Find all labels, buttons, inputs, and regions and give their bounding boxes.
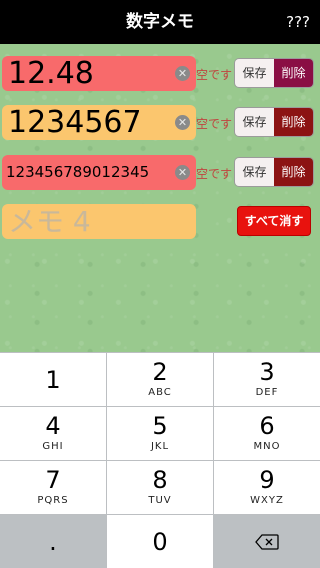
key-digit: 2 bbox=[152, 358, 168, 386]
key-letters: GHI bbox=[42, 441, 64, 452]
backspace-icon bbox=[214, 515, 320, 568]
nav-bar: 数字メモ ??? bbox=[0, 0, 320, 44]
backspace-key[interactable] bbox=[214, 515, 320, 568]
key-letters: DEF bbox=[255, 387, 279, 398]
key-letters: ABC bbox=[148, 387, 172, 398]
clear-all-button[interactable]: すべて消す bbox=[237, 206, 311, 236]
save-button[interactable]: 保存 bbox=[235, 158, 274, 186]
key-digit: 3 bbox=[259, 358, 275, 386]
key-decimal-label: . bbox=[49, 527, 57, 556]
key-letters: JKL bbox=[150, 441, 170, 452]
key-letters: TUV bbox=[148, 495, 172, 506]
memo-field-1[interactable]: 12.48 ✕ bbox=[2, 56, 196, 91]
memo-buttons-3: 保存 削除 bbox=[234, 157, 314, 187]
memo-status-2: 空です bbox=[196, 117, 233, 131]
key-digit: 9 bbox=[259, 466, 275, 494]
key-2[interactable]: 2 ABC bbox=[107, 353, 213, 406]
key-digit: 5 bbox=[152, 412, 168, 440]
clear-icon[interactable]: ✕ bbox=[175, 165, 190, 180]
delete-button[interactable]: 削除 bbox=[274, 158, 313, 186]
memo-field-3[interactable]: 123456789012345 ✕ bbox=[2, 155, 196, 190]
key-digit: 6 bbox=[259, 412, 275, 440]
key-digit: 4 bbox=[45, 412, 61, 440]
key-letters: PQRS bbox=[37, 495, 69, 506]
key-4[interactable]: 4 GHI bbox=[0, 407, 106, 460]
save-button[interactable]: 保存 bbox=[235, 59, 274, 87]
help-button[interactable]: ??? bbox=[286, 0, 310, 44]
clear-icon[interactable]: ✕ bbox=[175, 115, 190, 130]
key-3[interactable]: 3 DEF bbox=[214, 353, 320, 406]
memo-value-1: 12.48 bbox=[8, 56, 94, 91]
memo-value-2: 1234567 bbox=[8, 105, 142, 140]
key-digit: 0 bbox=[152, 527, 168, 556]
key-digit: 1 bbox=[45, 366, 61, 394]
key-6[interactable]: 6 MNO bbox=[214, 407, 320, 460]
clear-icon[interactable]: ✕ bbox=[175, 66, 190, 81]
key-8[interactable]: 8 TUV bbox=[107, 461, 213, 514]
memo-area: 12.48 ✕ 空です 保存 削除 1234567 ✕ 空です 保存 削除 12… bbox=[0, 44, 320, 352]
save-button[interactable]: 保存 bbox=[235, 108, 274, 136]
delete-button[interactable]: 削除 bbox=[274, 108, 313, 136]
key-9[interactable]: 9 WXYZ bbox=[214, 461, 320, 514]
memo-buttons-1: 保存 削除 bbox=[234, 58, 314, 88]
memo-value-3: 123456789012345 bbox=[6, 163, 150, 181]
memo-status-3: 空です bbox=[196, 167, 233, 181]
delete-button[interactable]: 削除 bbox=[274, 59, 313, 87]
key-5[interactable]: 5 JKL bbox=[107, 407, 213, 460]
memo-status-1: 空です bbox=[196, 68, 233, 82]
key-digit: 7 bbox=[45, 466, 61, 494]
key-0[interactable]: 0 bbox=[107, 515, 213, 568]
number-pad: 1 2 ABC 3 DEF 4 GHI 5 JKL 6 MNO 7 PQRS 8… bbox=[0, 352, 320, 568]
key-decimal[interactable]: . bbox=[0, 515, 106, 568]
key-digit: 8 bbox=[152, 466, 168, 494]
memo-buttons-2: 保存 削除 bbox=[234, 107, 314, 137]
key-letters: MNO bbox=[253, 441, 281, 452]
key-letters: WXYZ bbox=[250, 495, 284, 506]
memo-field-2[interactable]: 1234567 ✕ bbox=[2, 105, 196, 140]
key-7[interactable]: 7 PQRS bbox=[0, 461, 106, 514]
memo-field-4[interactable]: メモ 4 bbox=[2, 204, 196, 239]
memo-placeholder-4: メモ 4 bbox=[8, 205, 91, 238]
page-title: 数字メモ bbox=[126, 12, 194, 32]
key-1[interactable]: 1 bbox=[0, 353, 106, 406]
